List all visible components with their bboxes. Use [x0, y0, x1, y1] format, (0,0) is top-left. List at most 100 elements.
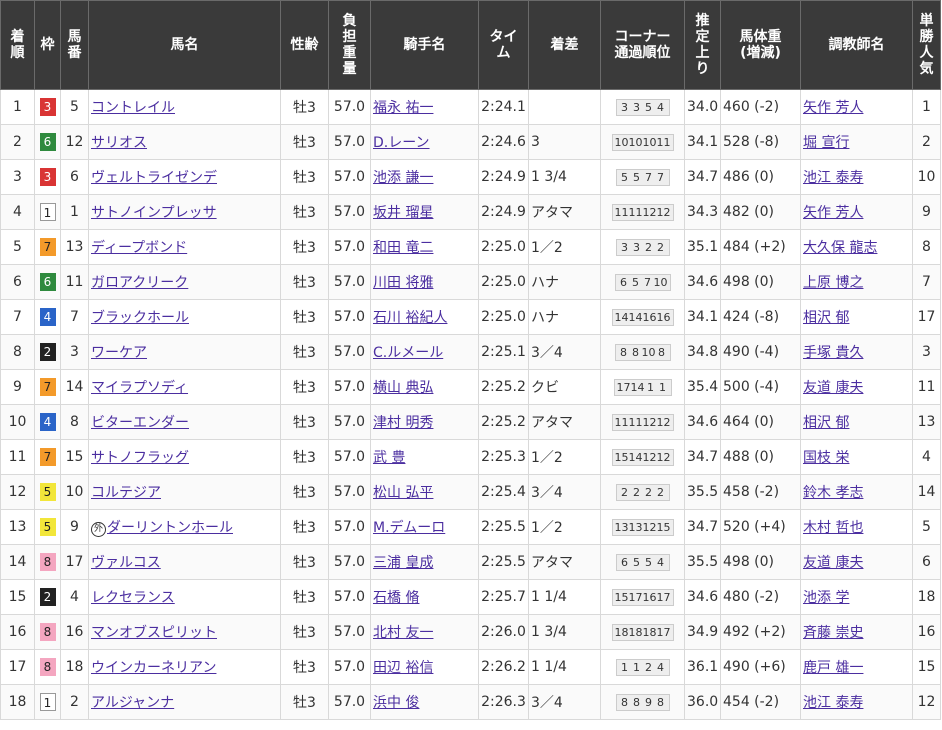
jockey-link[interactable]: 池添 謙一 [373, 170, 433, 186]
finish-position: 15 [0, 579, 35, 615]
horse-name-cell: ビターエンダー [88, 404, 281, 440]
corner-positions: 18 18 18 17 [611, 623, 674, 641]
trainer-link[interactable]: 鹿戸 雄一 [803, 660, 863, 676]
waku-badge: 7 [39, 448, 56, 466]
horse-name-cell: コントレイル [88, 89, 281, 125]
horse-name-link[interactable]: ダーリントンホール [107, 520, 233, 536]
corner-cell: 6 5 7 10 [600, 264, 685, 300]
horse-number: 11 [60, 264, 89, 300]
header-waku: 枠 [34, 0, 61, 90]
margin: アタマ [528, 404, 601, 440]
horse-name-link[interactable]: ヴァルコス [91, 555, 161, 571]
horse-name-link[interactable]: マイラプソディ [91, 380, 188, 396]
popularity: 2 [912, 124, 941, 160]
trainer-link[interactable]: 木村 哲也 [803, 520, 863, 536]
margin: クビ [528, 369, 601, 405]
horse-name-link[interactable]: ヴェルトライゼンデ [91, 170, 217, 186]
corner-position: 2 [645, 485, 652, 499]
trainer-link[interactable]: 鈴木 孝志 [803, 485, 863, 501]
corner-position: 8 [632, 345, 639, 359]
corner-position: 5 [632, 275, 639, 289]
carried-weight: 57.0 [328, 264, 371, 300]
jockey-link[interactable]: 松山 弘平 [373, 485, 433, 501]
trainer-link[interactable]: 大久保 龍志 [803, 240, 877, 256]
horse-name-link[interactable]: コルテジア [91, 485, 161, 501]
trainer-link[interactable]: 国枝 栄 [803, 450, 849, 466]
trainer-link[interactable]: 池添 学 [803, 590, 849, 606]
trainer-link[interactable]: 斉藤 崇史 [803, 625, 863, 641]
jockey-link[interactable]: 津村 明秀 [373, 415, 433, 431]
trainer-link[interactable]: 友道 康夫 [803, 555, 863, 571]
carried-weight: 57.0 [328, 684, 371, 720]
corner-position: 11 [614, 415, 629, 429]
horse-name-link[interactable]: マンオブスピリット [91, 625, 217, 641]
horse-name-link[interactable]: ビターエンダー [91, 415, 189, 431]
carried-weight: 57.0 [328, 579, 371, 615]
jockey-link[interactable]: 福永 祐一 [373, 100, 433, 116]
table-row: 10 4 8 ビターエンダー 牡3 57.0 津村 明秀 2:25.2 アタマ 11 11 12 12 3… [0, 404, 941, 440]
horse-name-cell: ワーケア [88, 334, 281, 370]
table-row: 7 4 7 ブラックホール 牡3 57.0 石川 裕紀人 2:25.0 ハナ 14 14 16 16 34… [0, 299, 941, 335]
trainer-link[interactable]: 相沢 郁 [803, 415, 849, 431]
corner-position: 8 [633, 695, 640, 709]
finish-position: 4 [0, 194, 35, 230]
corner-cell: 15 17 16 17 [600, 579, 685, 615]
finish-position: 16 [0, 614, 35, 650]
horse-number: 12 [60, 124, 89, 160]
trainer-link[interactable]: 堀 宣行 [803, 135, 849, 151]
trainer-cell: 友道 康夫 [800, 544, 913, 580]
horse-name-cell: 外ダーリントンホール [88, 509, 281, 545]
sex-age: 牡3 [280, 404, 329, 440]
jockey-link[interactable]: 浜中 俊 [373, 695, 419, 711]
trainer-link[interactable]: 池江 泰寿 [803, 170, 863, 186]
jockey-link[interactable]: 石川 裕紀人 [373, 310, 447, 326]
jockey-link[interactable]: D.レーン [373, 135, 430, 151]
jockey-link[interactable]: 和田 竜二 [373, 240, 433, 256]
race-time: 2:26.2 [478, 649, 529, 685]
horse-name-link[interactable]: ディープボンド [91, 240, 187, 256]
jockey-link[interactable]: 武 豊 [373, 450, 405, 466]
trainer-link[interactable]: 相沢 郁 [803, 310, 849, 326]
horse-name-link[interactable]: コントレイル [91, 100, 175, 116]
margin: 1 3/4 [528, 614, 601, 650]
jockey-link[interactable]: 石橋 脩 [373, 590, 419, 606]
corner-positions: 10 10 10 11 [611, 133, 674, 151]
jockey-link[interactable]: 三浦 皇成 [373, 555, 433, 571]
jockey-link[interactable]: 田辺 裕信 [373, 660, 433, 676]
horse-name-cell: サトノフラッグ [88, 439, 281, 475]
corner-position: 4 [657, 660, 664, 674]
trainer-link[interactable]: 上原 博之 [803, 275, 863, 291]
last-3f: 35.1 [684, 229, 721, 265]
corner-cell: 3354 [600, 89, 685, 125]
horse-name-link[interactable]: ブラックホール [91, 310, 189, 326]
race-time: 2:25.4 [478, 474, 529, 510]
jockey-cell: 池添 謙一 [370, 159, 479, 195]
horse-name-link[interactable]: サリオス [91, 135, 147, 151]
trainer-link[interactable]: 矢作 芳人 [803, 205, 863, 221]
trainer-link[interactable]: 矢作 芳人 [803, 100, 863, 116]
race-time: 2:24.6 [478, 124, 529, 160]
horse-name-link[interactable]: サトノインプレッサ [91, 205, 217, 221]
trainer-cell: 相沢 郁 [800, 299, 913, 335]
trainer-link[interactable]: 友道 康夫 [803, 380, 863, 396]
jockey-link[interactable]: 横山 典弘 [373, 380, 433, 396]
corner-position: 6 [620, 275, 627, 289]
trainer-link[interactable]: 手塚 貴久 [803, 345, 863, 361]
corner-position: 2 [657, 485, 664, 499]
carried-weight: 57.0 [328, 194, 371, 230]
horse-number: 15 [60, 439, 89, 475]
jockey-link[interactable]: 北村 友一 [373, 625, 433, 641]
jockey-link[interactable]: M.デムーロ [373, 520, 445, 536]
horse-name-link[interactable]: ウインカーネリアン [91, 660, 216, 676]
jockey-link[interactable]: C.ルメール [373, 345, 443, 361]
jockey-link[interactable]: 川田 将雅 [373, 275, 433, 291]
horse-name-link[interactable]: サトノフラッグ [91, 450, 189, 466]
corner-cell: 11 11 12 12 [600, 404, 685, 440]
jockey-link[interactable]: 坂井 瑠星 [373, 205, 433, 221]
horse-name-link[interactable]: レクセランス [91, 590, 175, 606]
trainer-link[interactable]: 池江 泰寿 [803, 695, 863, 711]
horse-name-link[interactable]: ガロアクリーク [91, 275, 188, 291]
horse-name-link[interactable]: ワーケア [91, 345, 147, 361]
horse-name-link[interactable]: アルジャンナ [91, 695, 174, 711]
sex-age: 牡3 [280, 579, 329, 615]
